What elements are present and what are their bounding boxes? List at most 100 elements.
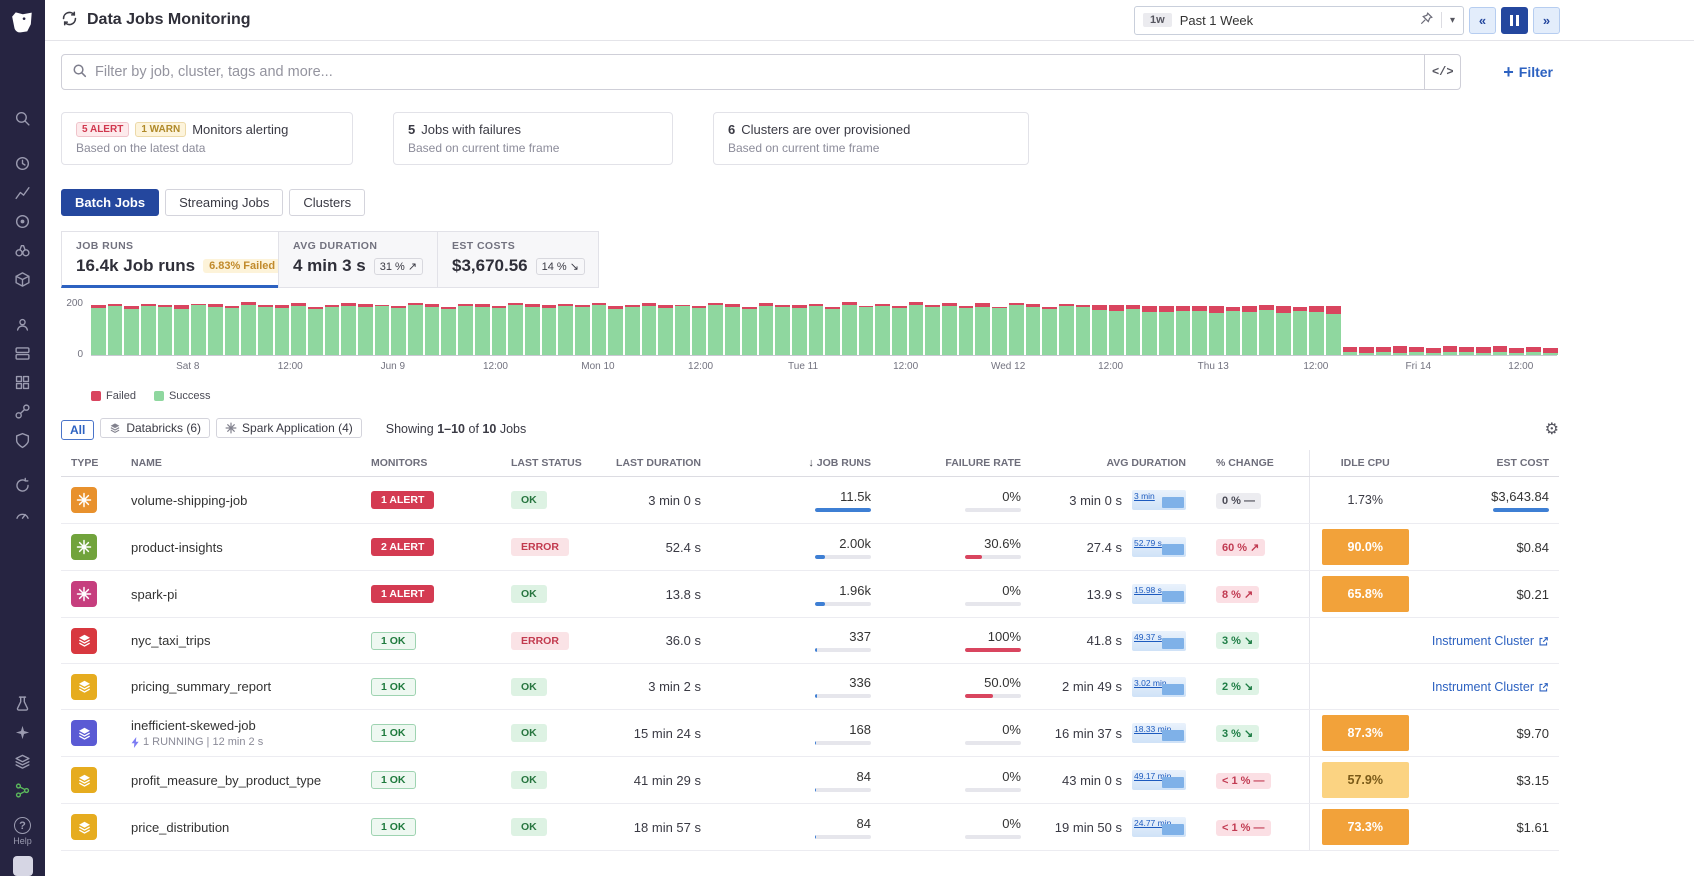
monitors-badge[interactable]: 1 ALERT [371,585,434,603]
user-avatar[interactable] [13,856,33,876]
chart-bar[interactable] [625,302,640,355]
monitors-badge[interactable]: 1 ALERT [371,491,434,509]
chart-bar[interactable] [925,302,940,355]
chart-bar[interactable] [992,302,1007,355]
search-box[interactable]: </> [61,54,1461,90]
chart-bar[interactable] [692,302,707,355]
chart-bar[interactable] [892,302,907,355]
sidebar-metrics-icon[interactable] [0,178,45,207]
search-input[interactable] [87,64,1424,80]
legend-item-failed[interactable]: Failed [91,390,136,402]
summary-card-monitors[interactable]: 5 ALERT 1 WARN Monitors alerting Based o… [61,112,353,165]
sidebar-integrations-icon[interactable] [0,265,45,294]
tab-streaming-jobs[interactable]: Streaming Jobs [165,189,283,216]
pin-icon[interactable] [1420,12,1433,28]
chart-bar[interactable] [1493,302,1508,355]
chart-bar[interactable] [1443,302,1458,355]
job-name-link[interactable]: product-insights [131,540,351,555]
add-filter-button[interactable]: + Filter [1497,62,1559,82]
chart-bar[interactable] [1393,302,1408,355]
chart-bar[interactable] [458,302,473,355]
chart-bar[interactable] [825,302,840,355]
sidebar-ai-icon[interactable] [0,718,45,747]
chart-bar[interactable] [441,302,456,355]
sidebar-service-catalog-icon[interactable] [0,310,45,339]
duration-sparkline[interactable]: 49.37 s [1132,631,1186,651]
chart-bar[interactable] [742,302,757,355]
legend-item-success[interactable]: Success [154,390,211,402]
chart-bar[interactable] [225,302,240,355]
chart-bar[interactable] [492,302,507,355]
chart-bar[interactable] [1226,302,1241,355]
column-header-last-status[interactable]: LAST STATUS [501,450,601,477]
chart-bar[interactable] [759,302,774,355]
chart-bar[interactable] [174,302,189,355]
chart-bar[interactable] [1192,302,1207,355]
chart-bar[interactable] [642,302,657,355]
table-row[interactable]: spark-pi 1 ALERT OK 13.8 s 1.96k 0% 13.9… [61,571,1559,618]
chart-bar[interactable] [325,302,340,355]
chart-bar[interactable] [1276,302,1291,355]
monitors-badge[interactable]: 2 ALERT [371,538,434,556]
job-name-link[interactable]: price_distribution [131,820,351,835]
sidebar-infrastructure-icon[interactable] [0,339,45,368]
chart-bar[interactable] [1126,302,1141,355]
chart-bar[interactable] [1059,302,1074,355]
duration-sparkline[interactable]: 52.79 s [1132,537,1186,557]
chart-bar[interactable] [308,302,323,355]
filter-chip-spark-application-4[interactable]: Spark Application (4) [216,418,362,438]
chart-bar[interactable] [391,302,406,355]
job-name-link[interactable]: inefficient-skewed-job [131,718,351,733]
tab-clusters[interactable]: Clusters [289,189,365,216]
chart-bar[interactable] [191,302,206,355]
chart-bar[interactable] [842,302,857,355]
chart-bar[interactable] [1543,302,1558,355]
chart-bar[interactable] [358,302,373,355]
monitors-badge[interactable]: 1 OK [371,678,416,696]
job-name-link[interactable]: pricing_summary_report [131,679,351,694]
job-name-link[interactable]: nyc_taxi_trips [131,633,351,648]
filter-chip-databricks-6[interactable]: Databricks (6) [100,418,210,438]
chart-bar[interactable] [1026,302,1041,355]
datadog-logo-icon[interactable] [7,6,39,38]
chart-bar[interactable] [975,302,990,355]
chart-bar[interactable] [592,302,607,355]
chart-bar[interactable] [792,302,807,355]
chart-bar[interactable] [124,302,139,355]
column-header-job-runs[interactable]: ↓ JOB RUNS [711,450,881,477]
sidebar-agent-icon[interactable] [0,776,45,805]
chart-bar[interactable] [525,302,540,355]
monitors-badge[interactable]: 1 OK [371,818,416,836]
instrument-cluster-link[interactable]: Instrument Cluster [1432,634,1549,648]
chart-bar[interactable] [959,302,974,355]
instrument-cluster-link[interactable]: Instrument Cluster [1432,680,1549,694]
chart-bar[interactable] [208,302,223,355]
column-header-last-duration[interactable]: LAST DURATION [601,450,711,477]
column-header-type[interactable]: TYPE [61,450,121,477]
chart-bar[interactable] [675,302,690,355]
chart-bar[interactable] [408,302,423,355]
chart-bar[interactable] [241,302,256,355]
table-row[interactable]: price_distribution 1 OK OK 18 min 57 s 8… [61,804,1559,851]
chart-bar[interactable] [708,302,723,355]
sidebar-data-streams-icon[interactable] [0,368,45,397]
chart-bar[interactable] [291,302,306,355]
sidebar-software-delivery-icon[interactable] [0,471,45,500]
summary-card-over-provisioned[interactable]: 6 Clusters are over provisioned Based on… [713,112,1029,165]
chart-bar[interactable] [1526,302,1541,355]
chart-bar[interactable] [1343,302,1358,355]
sidebar-history-icon[interactable] [0,149,45,178]
chart-bar[interactable] [1376,302,1391,355]
monitors-badge[interactable]: 1 OK [371,771,416,789]
table-row[interactable]: volume-shipping-job 1 ALERT OK 3 min 0 s… [61,477,1559,524]
chart-bar[interactable] [725,302,740,355]
chart-bar[interactable] [1476,302,1491,355]
chart-bar[interactable] [775,302,790,355]
table-row[interactable]: nyc_taxi_trips 1 OK ERROR 36.0 s 337 100… [61,618,1559,664]
summary-card-job-failures[interactable]: 5 Jobs with failures Based on current ti… [393,112,673,165]
chart-bar[interactable] [942,302,957,355]
chart-bar[interactable] [809,302,824,355]
chart-bar[interactable] [875,302,890,355]
sidebar-dashboards-icon[interactable] [0,500,45,529]
chart-bar[interactable] [1459,302,1474,355]
